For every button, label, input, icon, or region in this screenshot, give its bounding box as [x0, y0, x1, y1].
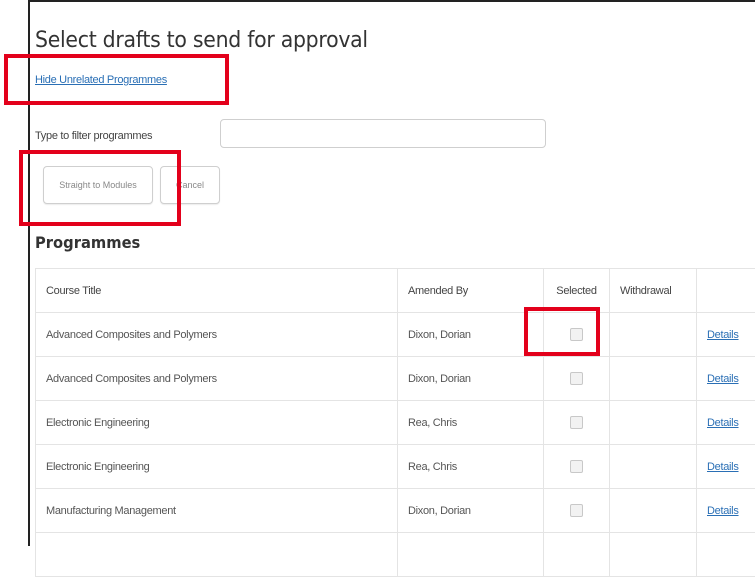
actions-cell: Details: [697, 445, 755, 489]
table-row: [36, 533, 755, 577]
selected-cell: [544, 445, 610, 489]
programmes-table: Course Title Amended By Selected Withdra…: [35, 268, 755, 577]
actions-cell: Details: [697, 401, 755, 445]
details-link[interactable]: Details: [707, 505, 739, 517]
actions-cell: Details: [697, 313, 755, 357]
table-row: Manufacturing Management Dixon, Dorian D…: [36, 489, 755, 533]
course-title-cell: [36, 533, 398, 577]
details-link[interactable]: Details: [707, 373, 739, 385]
amended-by-cell: Dixon, Dorian: [398, 357, 544, 401]
withdrawal-cell: [610, 489, 697, 533]
withdrawal-cell: [610, 357, 697, 401]
withdrawal-cell: [610, 533, 697, 577]
course-title-cell: Manufacturing Management: [36, 489, 398, 533]
amended-by-cell: Rea, Chris: [398, 401, 544, 445]
column-header-course-title: Course Title: [36, 269, 398, 313]
details-link[interactable]: Details: [707, 461, 739, 473]
course-title-cell: Advanced Composites and Polymers: [36, 357, 398, 401]
select-checkbox[interactable]: [570, 372, 583, 385]
withdrawal-cell: [610, 445, 697, 489]
table-header-row: Course Title Amended By Selected Withdra…: [36, 269, 755, 313]
selected-cell: [544, 533, 610, 577]
column-header-withdrawal: Withdrawal: [610, 269, 697, 313]
amended-by-cell: [398, 533, 544, 577]
withdrawal-cell: [610, 313, 697, 357]
selected-cell: [544, 489, 610, 533]
withdrawal-cell: [610, 401, 697, 445]
highlight-box-selected-checkbox: [524, 307, 600, 356]
details-link[interactable]: Details: [707, 329, 739, 341]
course-title-cell: Electronic Engineering: [36, 445, 398, 489]
column-header-amended-by: Amended By: [398, 269, 544, 313]
course-title-cell: Advanced Composites and Polymers: [36, 313, 398, 357]
select-checkbox[interactable]: [570, 416, 583, 429]
selected-cell: [544, 357, 610, 401]
highlight-box-modules-button: [19, 150, 181, 226]
column-header-actions: [697, 269, 755, 313]
highlight-box-hide-link: [4, 54, 229, 105]
filter-label: Type to filter programmes: [35, 130, 152, 142]
actions-cell: Details: [697, 489, 755, 533]
selected-cell: [544, 401, 610, 445]
select-checkbox[interactable]: [570, 460, 583, 473]
course-title-cell: Electronic Engineering: [36, 401, 398, 445]
table-row: Electronic Engineering Rea, Chris Detail…: [36, 401, 755, 445]
actions-cell: [697, 533, 755, 577]
details-link[interactable]: Details: [707, 417, 739, 429]
page-title: Select drafts to send for approval: [35, 28, 368, 53]
table-row: Advanced Composites and Polymers Dixon, …: [36, 313, 755, 357]
amended-by-cell: Rea, Chris: [398, 445, 544, 489]
table-row: Advanced Composites and Polymers Dixon, …: [36, 357, 755, 401]
select-checkbox[interactable]: [570, 504, 583, 517]
amended-by-cell: Dixon, Dorian: [398, 313, 544, 357]
programmes-heading: Programmes: [35, 233, 140, 252]
column-header-selected: Selected: [544, 269, 610, 313]
actions-cell: Details: [697, 357, 755, 401]
amended-by-cell: Dixon, Dorian: [398, 489, 544, 533]
filter-programmes-input[interactable]: [220, 119, 546, 148]
table-row: Electronic Engineering Rea, Chris Detail…: [36, 445, 755, 489]
